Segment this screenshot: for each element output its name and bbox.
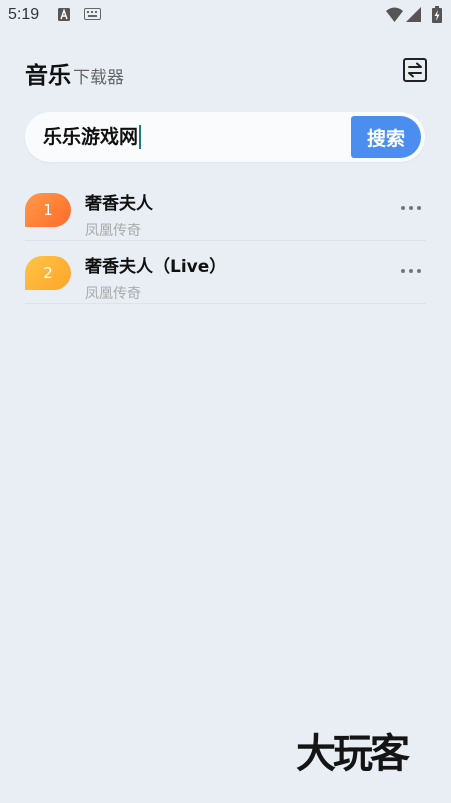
song-rank-badge: 1: [25, 193, 71, 227]
song-list: 1 奢香夫人 凤凰传奇 2 奢香夫人（Live） 凤凰传奇: [25, 178, 426, 304]
signal-icon: [406, 7, 421, 22]
song-item[interactable]: 1 奢香夫人 凤凰传奇: [25, 178, 426, 241]
status-bar: 5:19: [0, 0, 451, 32]
switch-source-button[interactable]: [403, 58, 427, 82]
accessibility-a-icon: [58, 8, 70, 21]
search-button[interactable]: 搜索: [351, 116, 421, 158]
app-header: 音乐 下载器: [25, 56, 124, 88]
app-subtitle: 下载器: [73, 68, 124, 88]
song-item[interactable]: 2 奢香夫人（Live） 凤凰传奇: [25, 241, 426, 304]
song-artist: 凤凰传奇: [85, 286, 141, 302]
song-title: 奢香夫人: [85, 194, 153, 214]
song-artist: 凤凰传奇: [85, 223, 141, 239]
song-title: 奢香夫人（Live）: [85, 257, 227, 277]
watermark-logo: 大玩客: [296, 730, 410, 777]
search-input-value: 乐乐游戏网: [43, 126, 139, 148]
more-options-icon[interactable]: [400, 204, 422, 212]
battery-charging-icon: [432, 6, 442, 23]
search-box: 乐乐游戏网 搜索: [25, 112, 425, 162]
more-options-icon[interactable]: [400, 267, 422, 275]
app-title: 音乐: [25, 63, 71, 89]
status-time: 5:19: [8, 6, 40, 23]
wifi-icon: [386, 7, 403, 22]
text-cursor: [139, 125, 142, 149]
song-rank-badge: 2: [25, 256, 71, 290]
search-input[interactable]: 乐乐游戏网: [43, 124, 142, 150]
keyboard-icon: [84, 8, 101, 20]
